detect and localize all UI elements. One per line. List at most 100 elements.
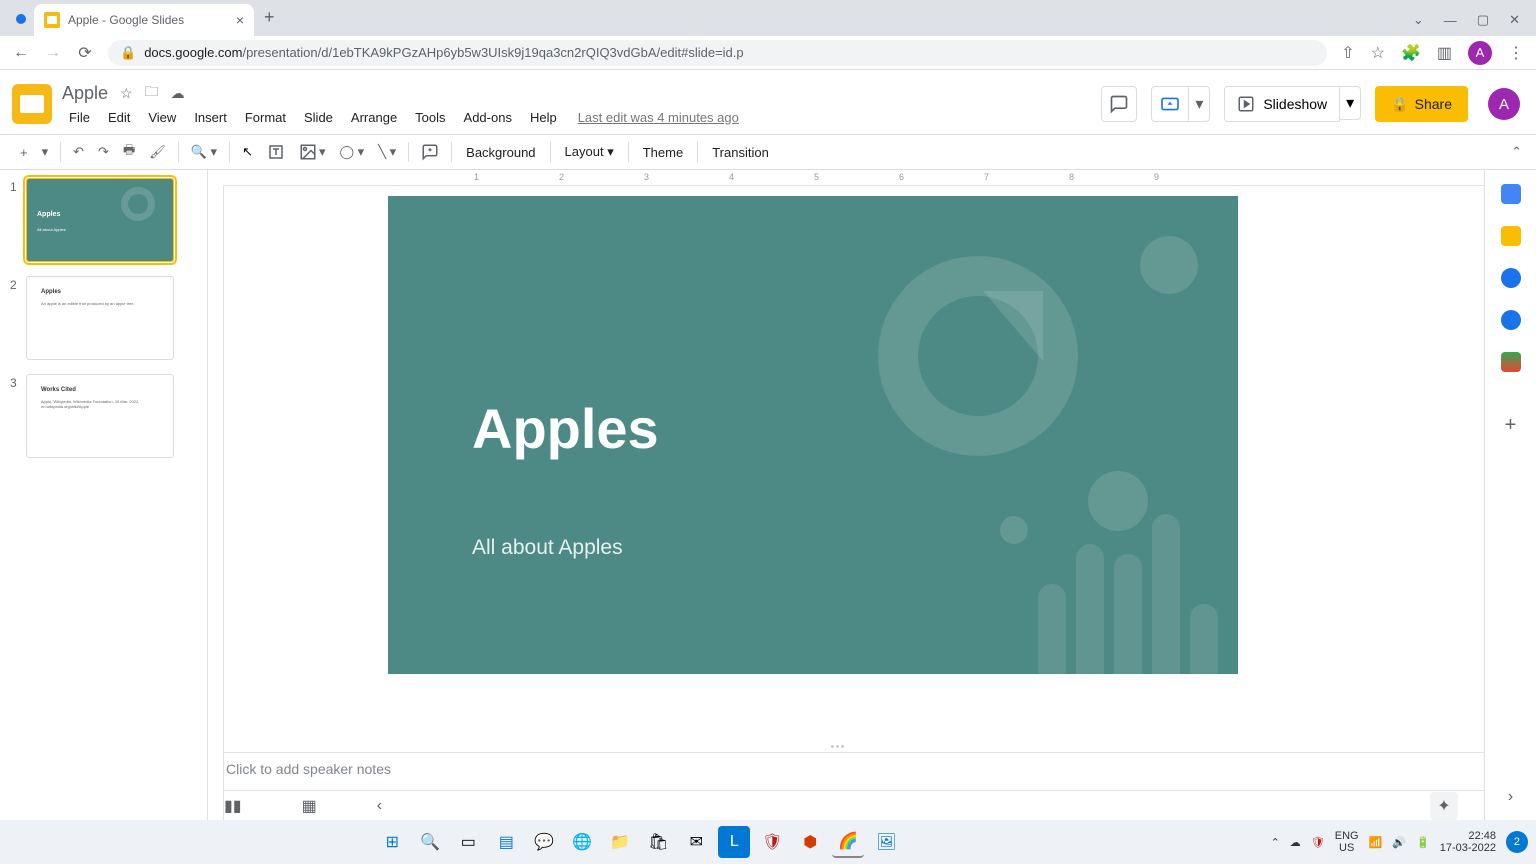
slide-subtitle-text[interactable]: All about Apples bbox=[472, 536, 623, 560]
menu-insert[interactable]: Insert bbox=[187, 108, 234, 127]
doc-title-input[interactable]: Apple bbox=[62, 83, 108, 104]
share-button[interactable]: 🔒 Share bbox=[1375, 86, 1468, 122]
menu-slide[interactable]: Slide bbox=[297, 108, 340, 127]
select-tool[interactable]: ↖ bbox=[236, 140, 259, 164]
start-icon[interactable]: ⊞ bbox=[376, 826, 408, 858]
slide-canvas[interactable]: Apples All about Apples bbox=[388, 196, 1238, 674]
widgets-icon[interactable]: ▤ bbox=[490, 826, 522, 858]
mail-icon[interactable]: ✉ bbox=[680, 826, 712, 858]
textbox-tool[interactable] bbox=[261, 139, 291, 165]
present-up-icon[interactable] bbox=[1152, 87, 1189, 121]
url-input[interactable]: 🔒 docs.google.com/presentation/d/1ebTKA9… bbox=[108, 40, 1327, 66]
paint-format-button[interactable]: 🖌 bbox=[143, 140, 172, 164]
speaker-notes-input[interactable]: Click to add speaker notes bbox=[208, 752, 1484, 790]
collapse-filmstrip-icon[interactable]: ‹ bbox=[377, 797, 382, 815]
zoom-button[interactable]: 🔍 ▾ bbox=[185, 140, 223, 164]
close-tab-icon[interactable]: × bbox=[236, 12, 244, 28]
maps-icon[interactable] bbox=[1501, 352, 1521, 372]
add-panel-icon[interactable]: + bbox=[1505, 414, 1517, 437]
cloud-status-icon[interactable]: ☁ bbox=[171, 85, 185, 102]
shape-tool[interactable]: ◯ ▾ bbox=[334, 140, 371, 164]
new-slide-button[interactable]: + bbox=[14, 141, 34, 164]
contacts-icon[interactable] bbox=[1501, 310, 1521, 330]
menu-file[interactable]: File bbox=[62, 108, 97, 127]
account-avatar[interactable]: A bbox=[1488, 88, 1520, 120]
onedrive-icon[interactable]: ☁ bbox=[1290, 836, 1301, 849]
taskview-icon[interactable]: ▭ bbox=[452, 826, 484, 858]
redo-button[interactable]: ↷ bbox=[92, 140, 115, 164]
new-slide-dropdown[interactable]: ▾ bbox=[36, 140, 55, 164]
store-icon[interactable]: 🛍 bbox=[642, 826, 674, 858]
office-icon[interactable]: ⬢ bbox=[794, 826, 826, 858]
tray-chevron-icon[interactable]: ⌃ bbox=[1271, 836, 1280, 849]
comment-tool[interactable] bbox=[415, 139, 445, 165]
chrome-icon[interactable]: 🌈 bbox=[832, 826, 864, 858]
search-icon[interactable]: 🔍 bbox=[414, 826, 446, 858]
grid-view-icon[interactable]: ▦ bbox=[302, 796, 317, 816]
theme-button[interactable]: Theme bbox=[635, 141, 691, 164]
menu-tools[interactable]: Tools bbox=[408, 108, 452, 127]
clock[interactable]: 22:48 17-03-2022 bbox=[1440, 830, 1496, 854]
slide-thumb-2[interactable]: 2 Apples An apple is an edible fruit pro… bbox=[10, 276, 197, 360]
notes-resize-handle[interactable] bbox=[208, 742, 1484, 752]
share-page-icon[interactable]: ⇧ bbox=[1341, 43, 1354, 63]
explorer-icon[interactable]: 📁 bbox=[604, 826, 636, 858]
browser-tab[interactable]: Apple - Google Slides × bbox=[34, 4, 254, 36]
profile-avatar[interactable]: A bbox=[1468, 41, 1492, 65]
reload-icon[interactable]: ⟳ bbox=[76, 43, 94, 63]
slide-title-text[interactable]: Apples bbox=[472, 396, 659, 461]
collapse-toolbar-icon[interactable]: ⌃ bbox=[1511, 144, 1522, 160]
slides-logo-icon[interactable] bbox=[12, 84, 52, 124]
background-button[interactable]: Background bbox=[458, 141, 543, 164]
menu-arrange[interactable]: Arrange bbox=[344, 108, 404, 127]
slideshow-button[interactable]: Slideshow bbox=[1224, 86, 1340, 122]
menu-addons[interactable]: Add-ons bbox=[457, 108, 519, 127]
menu-edit[interactable]: Edit bbox=[101, 108, 137, 127]
mcafee-tray-icon[interactable]: 🛡 bbox=[1311, 836, 1325, 849]
minimize-icon[interactable]: — bbox=[1444, 13, 1457, 28]
layout-button[interactable]: Layout ▾ bbox=[557, 140, 622, 164]
image-tool[interactable]: ▾ bbox=[293, 139, 332, 165]
notifications-badge[interactable]: 2 bbox=[1506, 831, 1528, 853]
edge-icon[interactable]: 🌐 bbox=[566, 826, 598, 858]
undo-button[interactable]: ↶ bbox=[67, 140, 90, 164]
comments-button[interactable] bbox=[1101, 86, 1137, 122]
slide-thumb-1[interactable]: 1 Apples All about Apples bbox=[10, 178, 197, 262]
close-window-icon[interactable]: ✕ bbox=[1509, 12, 1520, 28]
filmstrip-view-icon[interactable]: ▮▮ bbox=[224, 796, 242, 816]
present-to-meeting[interactable]: ▾ bbox=[1151, 86, 1210, 122]
line-tool[interactable]: ╲ ▾ bbox=[372, 140, 402, 164]
chevron-down-icon[interactable]: ▾ bbox=[1189, 94, 1209, 114]
transition-button[interactable]: Transition bbox=[704, 141, 777, 164]
slideshow-dropdown[interactable]: ▾ bbox=[1340, 86, 1361, 120]
mcafee-icon[interactable]: 🛡 bbox=[756, 826, 788, 858]
menu-format[interactable]: Format bbox=[238, 108, 293, 127]
star-icon[interactable]: ☆ bbox=[120, 85, 133, 102]
language-indicator[interactable]: ENG US bbox=[1335, 830, 1359, 854]
chat-icon[interactable]: 💬 bbox=[528, 826, 560, 858]
bookmark-icon[interactable]: ☆ bbox=[1371, 43, 1385, 63]
last-edit-link[interactable]: Last edit was 4 minutes ago bbox=[578, 110, 739, 125]
tasks-icon[interactable] bbox=[1501, 268, 1521, 288]
photos-icon[interactable]: 🖼 bbox=[870, 826, 902, 858]
menu-help[interactable]: Help bbox=[523, 108, 564, 127]
tabs-dropdown-icon[interactable]: ⌄ bbox=[1413, 12, 1424, 28]
sidepanel-icon[interactable]: ▥ bbox=[1437, 43, 1452, 63]
calendar-icon[interactable] bbox=[1501, 184, 1521, 204]
keep-icon[interactable] bbox=[1501, 226, 1521, 246]
extensions-icon[interactable]: 🧩 bbox=[1401, 43, 1421, 63]
menu-view[interactable]: View bbox=[141, 108, 183, 127]
explore-button[interactable]: ✦ bbox=[1430, 792, 1458, 820]
battery-icon[interactable]: 🔋 bbox=[1416, 836, 1430, 849]
new-tab-button[interactable]: + bbox=[264, 7, 275, 28]
print-button[interactable]: 🖶 bbox=[117, 137, 141, 167]
volume-icon[interactable]: 🔊 bbox=[1392, 836, 1406, 849]
chrome-menu-icon[interactable]: ⋮ bbox=[1508, 43, 1524, 63]
slide-thumb-3[interactable]: 3 Works Cited Apple, Wikipedia, Wikimedi… bbox=[10, 374, 197, 458]
maximize-icon[interactable]: ▢ bbox=[1477, 12, 1489, 28]
app-icon[interactable]: L bbox=[718, 826, 750, 858]
move-icon[interactable]: 🗀 bbox=[145, 81, 159, 105]
hide-panel-icon[interactable]: › bbox=[1508, 788, 1513, 806]
wifi-icon[interactable]: 📶 bbox=[1369, 836, 1383, 849]
back-icon[interactable]: ← bbox=[12, 44, 30, 62]
